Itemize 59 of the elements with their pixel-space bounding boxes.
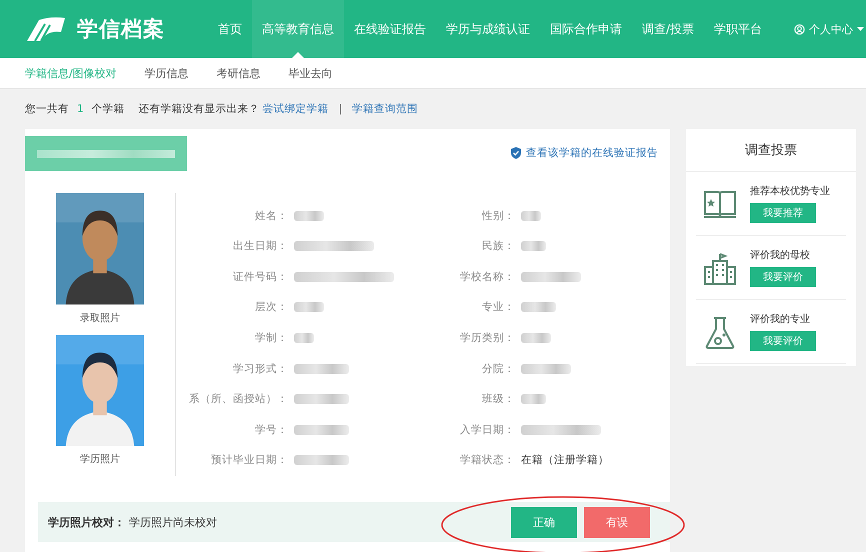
flask-icon <box>705 316 735 350</box>
confirm-button[interactable]: 正确 <box>511 506 577 538</box>
school-icon <box>703 252 737 286</box>
bind-link[interactable]: 尝试绑定学籍 <box>262 102 329 116</box>
field-label: 学号： <box>254 422 288 437</box>
nav-tab[interactable]: 高等教育信息 <box>252 0 344 58</box>
check-status: 学历照片尚未校对 <box>129 514 217 530</box>
question-text: 还有学籍没有显示出来？ <box>138 102 260 116</box>
nav-tab[interactable]: 首页 <box>208 0 252 58</box>
scope-link[interactable]: 学籍查询范围 <box>352 102 418 116</box>
nav-tab[interactable]: 调查/投票 <box>632 0 704 58</box>
field-label: 班级： <box>481 392 515 406</box>
shield-icon <box>511 147 521 159</box>
separator-text: | <box>338 103 342 115</box>
record-count: 1 <box>77 103 84 115</box>
subnav-tab[interactable]: 考研信息 <box>216 66 261 80</box>
report-link[interactable]: 查看该学籍的在线验证报告 <box>511 146 658 160</box>
user-menu[interactable]: 个人中心 <box>794 22 866 36</box>
summary-text: 您一共有 <box>25 102 69 116</box>
field-label: 分院： <box>481 362 515 376</box>
book-icon <box>703 188 737 220</box>
field-label: 学习形式： <box>232 362 288 376</box>
logo-text: 学信档案 <box>77 16 165 43</box>
field-label: 姓名： <box>254 208 288 223</box>
field-label: 性别： <box>480 208 515 223</box>
photo-caption: 录取照片 <box>80 312 120 324</box>
field-label: 系（所、函授站）： <box>188 392 288 406</box>
field-label: 学籍状态： <box>459 453 515 468</box>
field-label: 学历类别： <box>459 330 515 345</box>
field-label: 学校名称： <box>459 270 515 284</box>
field-label: 民族： <box>481 239 515 254</box>
field-label: 层次： <box>254 300 288 314</box>
photo-caption: 学历照片 <box>80 452 120 466</box>
field-label: 证件号码： <box>232 270 288 284</box>
survey-text: 推荐本校优势专业 <box>750 184 830 198</box>
field-label: 专业： <box>481 300 515 314</box>
survey-button[interactable]: 我要推荐 <box>750 203 816 223</box>
nav-tab[interactable]: 学职平台 <box>704 0 772 58</box>
field-label: 入学日期： <box>459 422 515 437</box>
field-label: 预计毕业日期： <box>210 453 288 468</box>
survey-button[interactable]: 我要评价 <box>750 331 816 351</box>
survey-button[interactable]: 我要评价 <box>750 267 816 287</box>
check-label: 学历照片校对： <box>48 514 125 530</box>
panel-title: 调查投票 <box>745 142 797 159</box>
nav-tab[interactable]: 在线验证报告 <box>344 0 436 58</box>
field-label: 出生日期： <box>232 239 288 254</box>
nav-tab[interactable]: 学历与成绩认证 <box>436 0 540 58</box>
caret-icon <box>857 26 864 32</box>
field-value: 在籍（注册学籍） <box>521 453 609 468</box>
subnav-tab[interactable]: 学籍信息/图像校对 <box>25 66 117 80</box>
summary-text: 个学籍 <box>92 102 125 116</box>
user-icon <box>794 24 805 34</box>
reject-button[interactable]: 有误 <box>584 506 650 538</box>
survey-text: 评价我的母校 <box>750 248 810 262</box>
subnav-tab[interactable]: 学历信息 <box>144 66 189 80</box>
subnav-tab[interactable]: 毕业去向 <box>288 66 333 80</box>
survey-text: 评价我的专业 <box>750 312 810 326</box>
field-label: 学制： <box>254 330 288 345</box>
nav-tab[interactable]: 国际合作申请 <box>540 0 632 58</box>
